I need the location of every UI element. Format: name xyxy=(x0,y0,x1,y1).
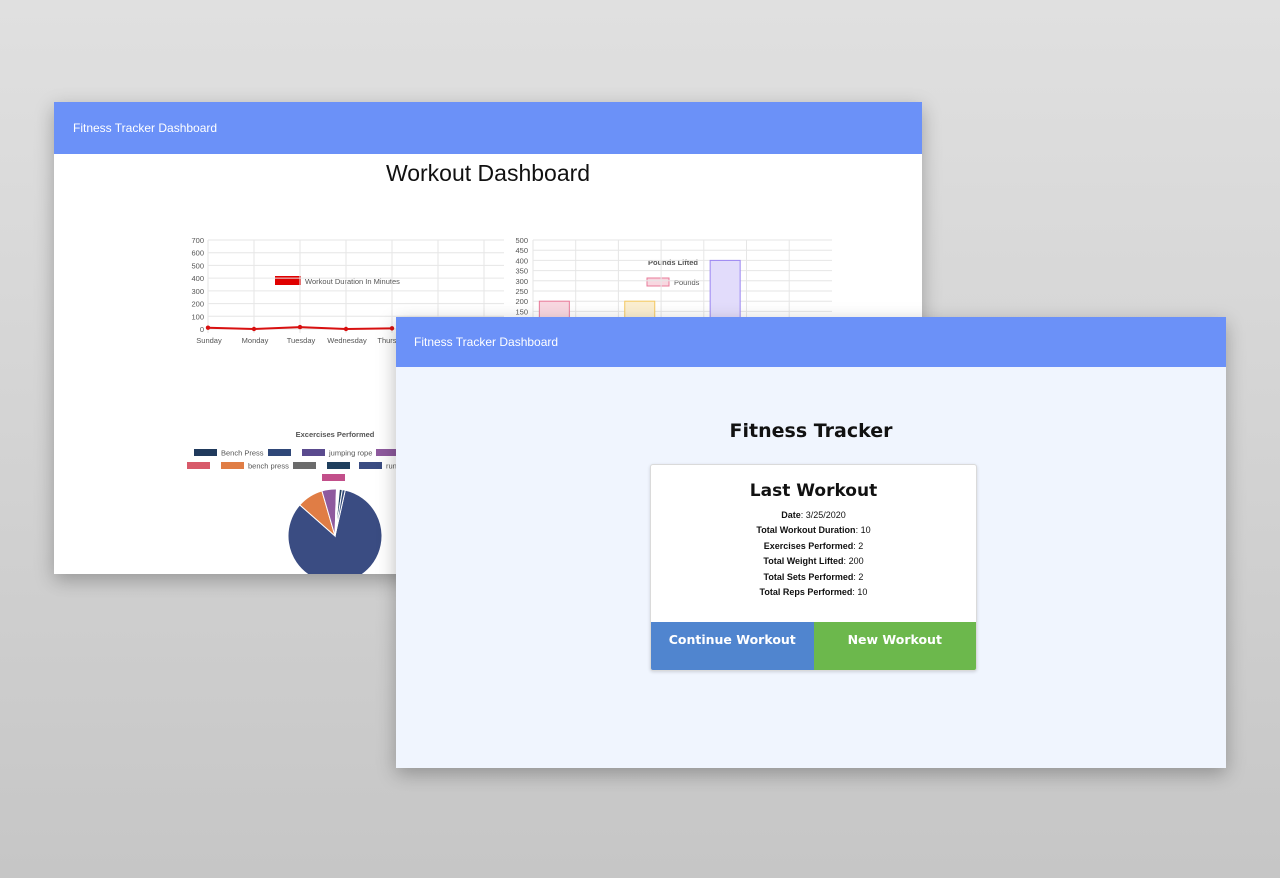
chart-title: Pounds Lifted xyxy=(648,258,698,267)
legend-swatch xyxy=(646,277,670,287)
legend-label: Bench Press xyxy=(221,449,264,458)
new-workout-button[interactable]: New Workout xyxy=(813,622,976,670)
workout-stats: Date: 3/25/2020 Total Workout Duration: … xyxy=(651,508,976,600)
legend-swatch xyxy=(322,474,345,481)
card-actions: Continue Workout New Workout xyxy=(651,622,976,670)
legend-swatch xyxy=(268,449,291,456)
y-tick-label: 350 xyxy=(515,267,528,276)
last-workout-card: Last Workout Date: 3/25/2020 Total Worko… xyxy=(650,464,977,671)
continue-workout-button[interactable]: Continue Workout xyxy=(651,622,814,670)
y-tick-label: 450 xyxy=(515,246,528,255)
navbar-brand[interactable]: Fitness Tracker Dashboard xyxy=(414,335,558,349)
data-point xyxy=(205,325,211,330)
y-tick-label: 600 xyxy=(191,249,204,258)
y-tick-label: 250 xyxy=(515,287,528,296)
y-tick-label: 500 xyxy=(191,261,204,270)
y-tick-label: 300 xyxy=(515,277,528,286)
stat-weight: Total Weight Lifted: 200 xyxy=(763,556,864,567)
x-tick-label: Wednesday xyxy=(327,336,367,345)
tracker-navbar: Fitness Tracker Dashboard xyxy=(396,317,1226,367)
stat-reps: Total Reps Performed: 10 xyxy=(759,587,868,598)
y-tick-label: 400 xyxy=(191,274,204,283)
y-tick-label: 150 xyxy=(515,307,528,316)
legend-swatch xyxy=(221,462,244,469)
stat-exercises: Exercises Performed: 2 xyxy=(763,540,864,551)
y-tick-label: 700 xyxy=(191,236,204,245)
stat-date: Date: 3/25/2020 xyxy=(781,510,846,520)
data-point xyxy=(297,324,303,330)
legend-swatch xyxy=(194,449,217,456)
legend-swatch xyxy=(302,449,325,456)
page-title: Fitness Tracker xyxy=(729,420,893,442)
stat-duration: Total Workout Duration: 10 xyxy=(756,525,871,536)
y-tick-label: 100 xyxy=(191,312,204,321)
tracker-window: Fitness Tracker Dashboard Fitness Tracke… xyxy=(396,317,1226,768)
data-point xyxy=(343,326,349,332)
legend-swatch xyxy=(187,462,210,469)
chart-title: Excercises Performed xyxy=(296,430,375,439)
legend-label: Pounds xyxy=(674,278,700,287)
legend-swatch xyxy=(327,462,350,469)
card-title: Last Workout xyxy=(749,481,878,501)
navbar-brand[interactable]: Fitness Tracker Dashboard xyxy=(73,121,217,135)
y-tick-label: 0 xyxy=(200,325,204,334)
y-tick-label: 400 xyxy=(515,256,528,265)
y-tick-label: 200 xyxy=(515,297,528,306)
y-tick-label: 500 xyxy=(515,236,528,245)
stat-sets: Total Sets Performed: 2 xyxy=(763,571,864,582)
x-tick-label: Sunday xyxy=(196,336,222,345)
data-point xyxy=(251,326,257,332)
y-tick-label: 200 xyxy=(191,300,204,309)
y-tick-label: 300 xyxy=(191,287,204,296)
dashboard-navbar: Fitness Tracker Dashboard xyxy=(54,102,922,154)
legend-swatch xyxy=(293,462,316,469)
legend-swatch xyxy=(275,276,301,285)
legend-label: bench press xyxy=(248,462,289,471)
x-tick-label: Monday xyxy=(242,336,269,345)
legend-swatch xyxy=(359,462,382,469)
legend-label: jumping rope xyxy=(328,449,372,458)
x-tick-label: Tuesday xyxy=(287,336,316,345)
data-point xyxy=(389,326,395,331)
